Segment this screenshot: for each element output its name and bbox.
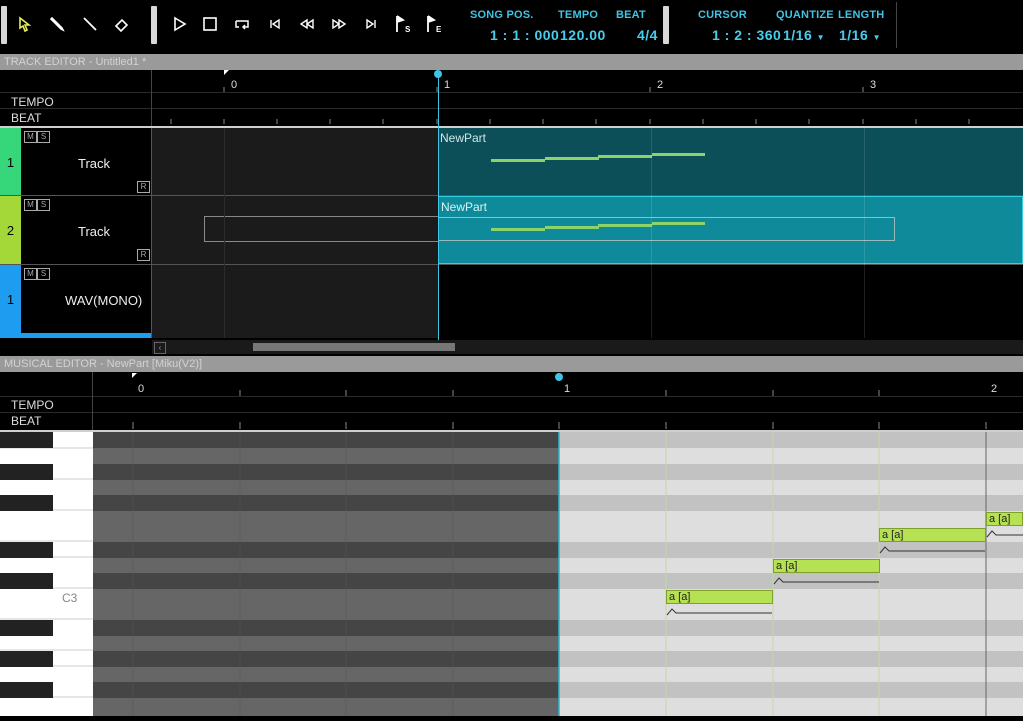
track-number: 1 [0,128,21,196]
pointer-icon[interactable] [12,10,38,38]
part-block-selected[interactable]: NewPart [438,196,1023,264]
note[interactable]: a [a] [879,528,986,542]
rewind-icon[interactable] [294,10,320,38]
record-button[interactable]: R [137,181,150,193]
vibrato-line [666,608,772,616]
note-preview [652,153,705,156]
tempo-row-label: TEMPO [11,95,54,109]
length-dropdown[interactable]: 1/16 ▼ [839,27,881,43]
chevron-down-icon: ▼ [816,33,826,42]
measure-line [864,128,865,338]
mute-button[interactable]: M [24,131,37,143]
track-header-3[interactable]: 1 M S WAV(MONO) [0,265,152,333]
beat-label: BEAT [616,9,646,21]
piano-keyboard[interactable]: C3 [0,432,93,716]
toolbar-grip[interactable] [1,6,7,44]
c3-label: C3 [62,591,78,605]
track-number: 1 [0,265,21,333]
cursor-value: 1 : 2 : 360 [712,27,782,43]
pencil-icon[interactable] [44,10,70,38]
quantize-dropdown[interactable]: 1/16 ▼ [783,27,825,43]
line-icon[interactable] [77,10,103,38]
part-drag-outline [439,217,895,241]
quantize-value: 1/16 [783,27,813,43]
note[interactable]: a [a] [986,512,1023,526]
track-editor-title: TRACK EDITOR - Untitled1 * [0,54,1023,70]
note[interactable]: a [a] [773,559,880,573]
quantize-label: QUANTIZE [776,9,834,21]
vibrato-line [773,577,879,585]
toolbar-separator [663,6,669,44]
beat-value[interactable]: 4/4 [637,27,658,43]
piano-roll-grid [93,432,1023,716]
vibrato-line [879,546,985,554]
tempo-value[interactable]: 120.00 [560,27,606,43]
solo-button[interactable]: S [37,199,50,211]
track-header-2[interactable]: 2 M S Track R [0,196,152,264]
header-divider [151,128,152,338]
ruler-ticks [170,87,970,124]
playhead [438,74,439,354]
part-name: NewPart [440,131,487,145]
note-preview [491,159,545,162]
length-label: LENGTH [838,9,885,21]
part-name: NewPart [441,200,488,214]
eraser-icon[interactable] [109,10,135,38]
tempo-label: TEMPO [558,9,599,21]
track-name[interactable]: Track [78,156,110,171]
track-name[interactable]: Track [78,224,110,239]
piano-roll[interactable]: a [a] a [a] a [a] a [a] [93,432,1023,716]
play-icon[interactable] [166,10,192,38]
part-block[interactable]: NewPart [438,128,1023,195]
solo-button[interactable]: S [37,268,50,280]
mute-button[interactable]: M [24,268,37,280]
horizontal-scrollbar[interactable]: ‹ [152,340,1023,354]
note-preview [545,157,599,160]
end-marker-icon[interactable]: E [421,10,447,38]
start-marker-letter: S [405,25,411,34]
musical-editor-title: MUSICAL EDITOR - NewPart [Miku(V2)] [0,356,1023,372]
ruler-ticks [132,390,987,429]
song-pos-value[interactable]: 1 : 1 : 000 [490,27,559,43]
toolbar-separator [151,6,157,44]
length-value: 1/16 [839,27,869,43]
piano-keys [0,432,93,698]
track-number: 2 [0,196,21,264]
mute-button[interactable]: M [24,199,37,211]
go-end-icon[interactable] [358,10,384,38]
scroll-left-icon[interactable]: ‹ [154,342,166,354]
cursor-label: CURSOR [698,9,747,21]
track-header-1[interactable]: 1 M S Track R [0,128,152,196]
scrollbar-thumb[interactable] [253,343,455,351]
measure-line [651,128,652,338]
measure-line [224,128,225,338]
toolbar: S E SONG POS. 1 : 1 : 000 TEMPO 120.00 B… [0,0,1023,52]
record-button[interactable]: R [137,249,150,261]
toolbar-divider [896,2,897,48]
song-pos-label: SONG POS. [470,9,534,21]
musical-ruler[interactable]: TEMPO BEAT 0 1 2 [0,372,1023,431]
note-preview [598,155,652,158]
note[interactable]: a [a] [666,590,773,604]
chevron-down-icon: ▼ [872,33,882,42]
go-start-icon[interactable] [262,10,288,38]
tempo-row-label: TEMPO [11,398,54,412]
loop-icon[interactable] [229,10,255,38]
beat-row-label: BEAT [11,414,42,428]
track-name[interactable]: WAV(MONO) [65,293,142,308]
fast-forward-icon[interactable] [326,10,352,38]
track-ruler[interactable]: TEMPO BEAT 0 1 2 3 [0,70,1023,127]
beat-row-label: BEAT [11,111,42,125]
stop-icon[interactable] [197,10,223,38]
track-header-4-peek [0,333,152,338]
vibrato-line [986,530,1023,538]
track-separator [0,264,1023,265]
solo-button[interactable]: S [37,131,50,143]
start-marker-icon[interactable]: S [390,10,416,38]
end-marker-letter: E [436,25,442,34]
